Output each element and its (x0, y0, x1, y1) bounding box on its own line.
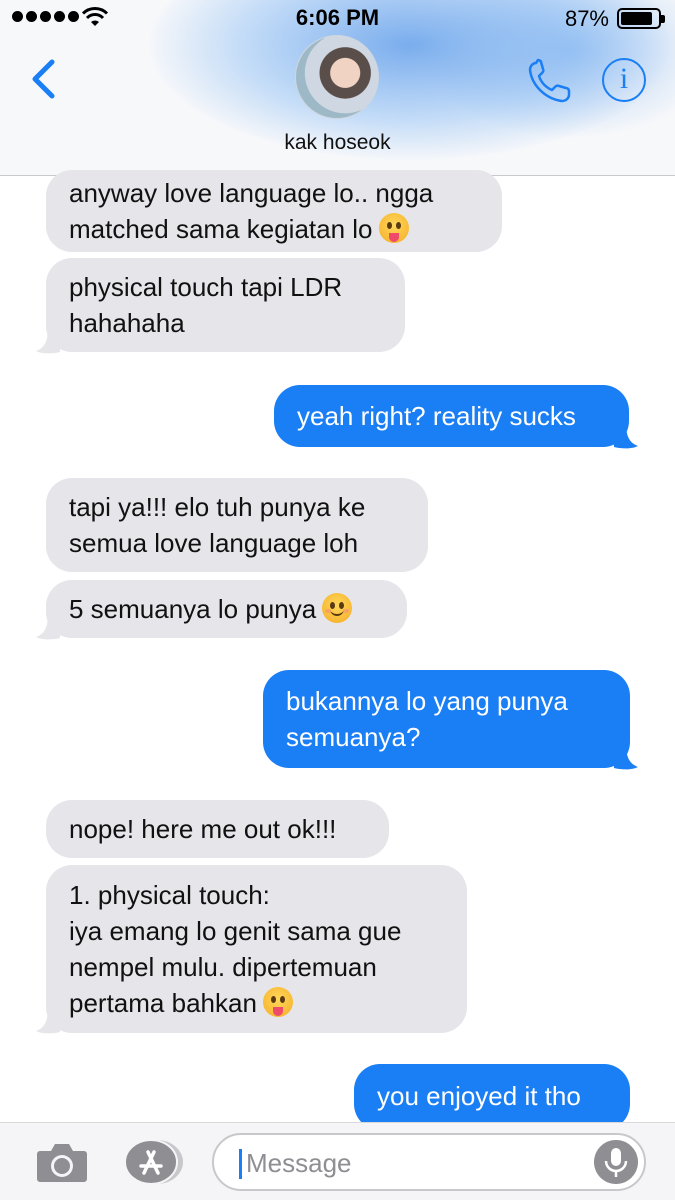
message-text: anyway love language lo.. ngga matched s… (69, 178, 434, 244)
message-text: nope! here me out ok!!! (69, 814, 337, 844)
message-text: yeah right? reality sucks (297, 401, 576, 431)
message-input-bar: Message (0, 1122, 675, 1200)
message-text: 5 semuanya lo punya (69, 594, 317, 624)
sent-message[interactable]: bukannya lo yang punya semuanya? (263, 670, 630, 768)
bubble-tail (614, 423, 638, 449)
message-input[interactable]: Message (212, 1133, 646, 1191)
contact-avatar[interactable] (295, 35, 379, 119)
received-message[interactable]: tapi ya!!! elo tuh punya ke semua love l… (46, 478, 428, 572)
received-message[interactable]: 5 semuanya lo punya (46, 580, 407, 638)
microphone-icon[interactable] (594, 1140, 638, 1184)
message-placeholder: Message (246, 1148, 352, 1178)
message-text: tapi ya!!! elo tuh punya ke semua love l… (69, 492, 366, 558)
text-cursor (239, 1149, 242, 1179)
status-bar: 6:06 PM 87% (0, 0, 675, 36)
received-message[interactable]: 1. physical touch: iya emang lo genit sa… (46, 865, 467, 1033)
message-text: 1. physical touch: iya emang lo genit sa… (69, 880, 402, 1018)
app-store-icon[interactable] (121, 1138, 185, 1186)
received-message[interactable]: anyway love language lo.. ngga matched s… (46, 170, 502, 252)
contact-name[interactable]: kak hoseok (0, 131, 675, 155)
phone-icon[interactable] (526, 58, 574, 104)
tongue-out-emoji (262, 987, 293, 1017)
info-icon[interactable]: i (602, 58, 646, 102)
sent-message[interactable]: you enjoyed it tho (354, 1064, 630, 1130)
back-chevron-icon[interactable] (26, 56, 66, 102)
bubble-tail (36, 1008, 60, 1034)
camera-icon[interactable] (36, 1141, 88, 1183)
received-message[interactable]: nope! here me out ok!!! (46, 800, 389, 858)
battery-icon (617, 8, 665, 29)
battery-percent: 87% (564, 6, 609, 31)
received-message[interactable]: physical touch tapi LDR hahahaha (46, 258, 405, 352)
message-text: you enjoyed it tho (377, 1081, 581, 1111)
bubble-tail (36, 614, 60, 640)
message-text: physical touch tapi LDR hahahaha (69, 272, 343, 338)
tongue-out-emoji (378, 213, 409, 243)
message-text: bukannya lo yang punya semuanya? (286, 686, 568, 752)
smiling-emoji (322, 593, 353, 623)
sent-message[interactable]: yeah right? reality sucks (274, 385, 629, 447)
bubble-tail (614, 744, 638, 770)
bubble-tail (36, 328, 60, 354)
